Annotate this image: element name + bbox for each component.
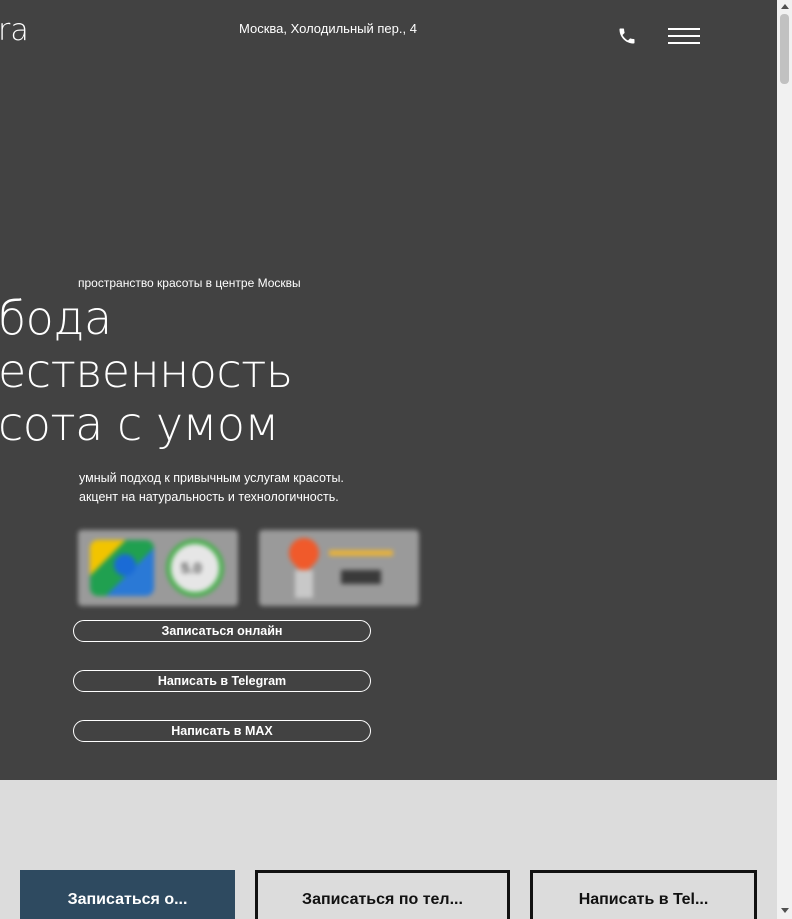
map-rating-badge[interactable]: 5.0	[78, 530, 238, 606]
phone-icon[interactable]	[617, 26, 637, 46]
map-marker-icon	[282, 531, 326, 575]
rating-value: 5.0	[181, 560, 202, 577]
hero-eyebrow: пространство красоты в центре Москвы	[78, 276, 301, 290]
bottom-book-phone-button[interactable]: Записаться по тел...	[255, 870, 510, 919]
max-button[interactable]: Написать в MAX	[73, 720, 371, 742]
scroll-up-arrow-icon[interactable]	[781, 4, 789, 9]
headline-line-2: ественность	[0, 344, 293, 398]
hero-subtext: умный подход к привычным услугам красоты…	[79, 469, 344, 507]
badge-label-block	[341, 570, 381, 584]
headline-line-3: сота с умом	[0, 397, 279, 451]
headline-line-1: бода	[0, 291, 112, 345]
hero-headline: бода ественность сота с умом	[0, 292, 293, 451]
rating-stars	[329, 550, 393, 556]
scrollbar-thumb[interactable]	[780, 14, 789, 84]
map-pin-icon	[114, 554, 136, 576]
scroll-down-arrow-icon[interactable]	[781, 908, 789, 913]
address-text: Москва, Холодильный пер., 4	[239, 21, 417, 36]
site-logo[interactable]: ra	[0, 16, 29, 46]
subtext-line-1: умный подход к привычным услугам красоты…	[79, 471, 344, 485]
bottom-book-online-button[interactable]: Записаться о...	[20, 870, 235, 919]
telegram-button[interactable]: Написать в Telegram	[73, 670, 371, 692]
marker-base	[295, 570, 313, 598]
book-online-button[interactable]: Записаться онлайн	[73, 620, 371, 642]
hero-section: ra Москва, Холодильный пер., 4 пространс…	[0, 0, 777, 780]
bottom-telegram-button[interactable]: Написать в Tel...	[530, 870, 757, 919]
scrollbar[interactable]	[777, 0, 792, 919]
hamburger-menu-icon[interactable]	[668, 28, 700, 45]
subtext-line-2: акцент на натуральность и технологичност…	[79, 490, 339, 504]
map-service-badge[interactable]	[259, 530, 419, 606]
